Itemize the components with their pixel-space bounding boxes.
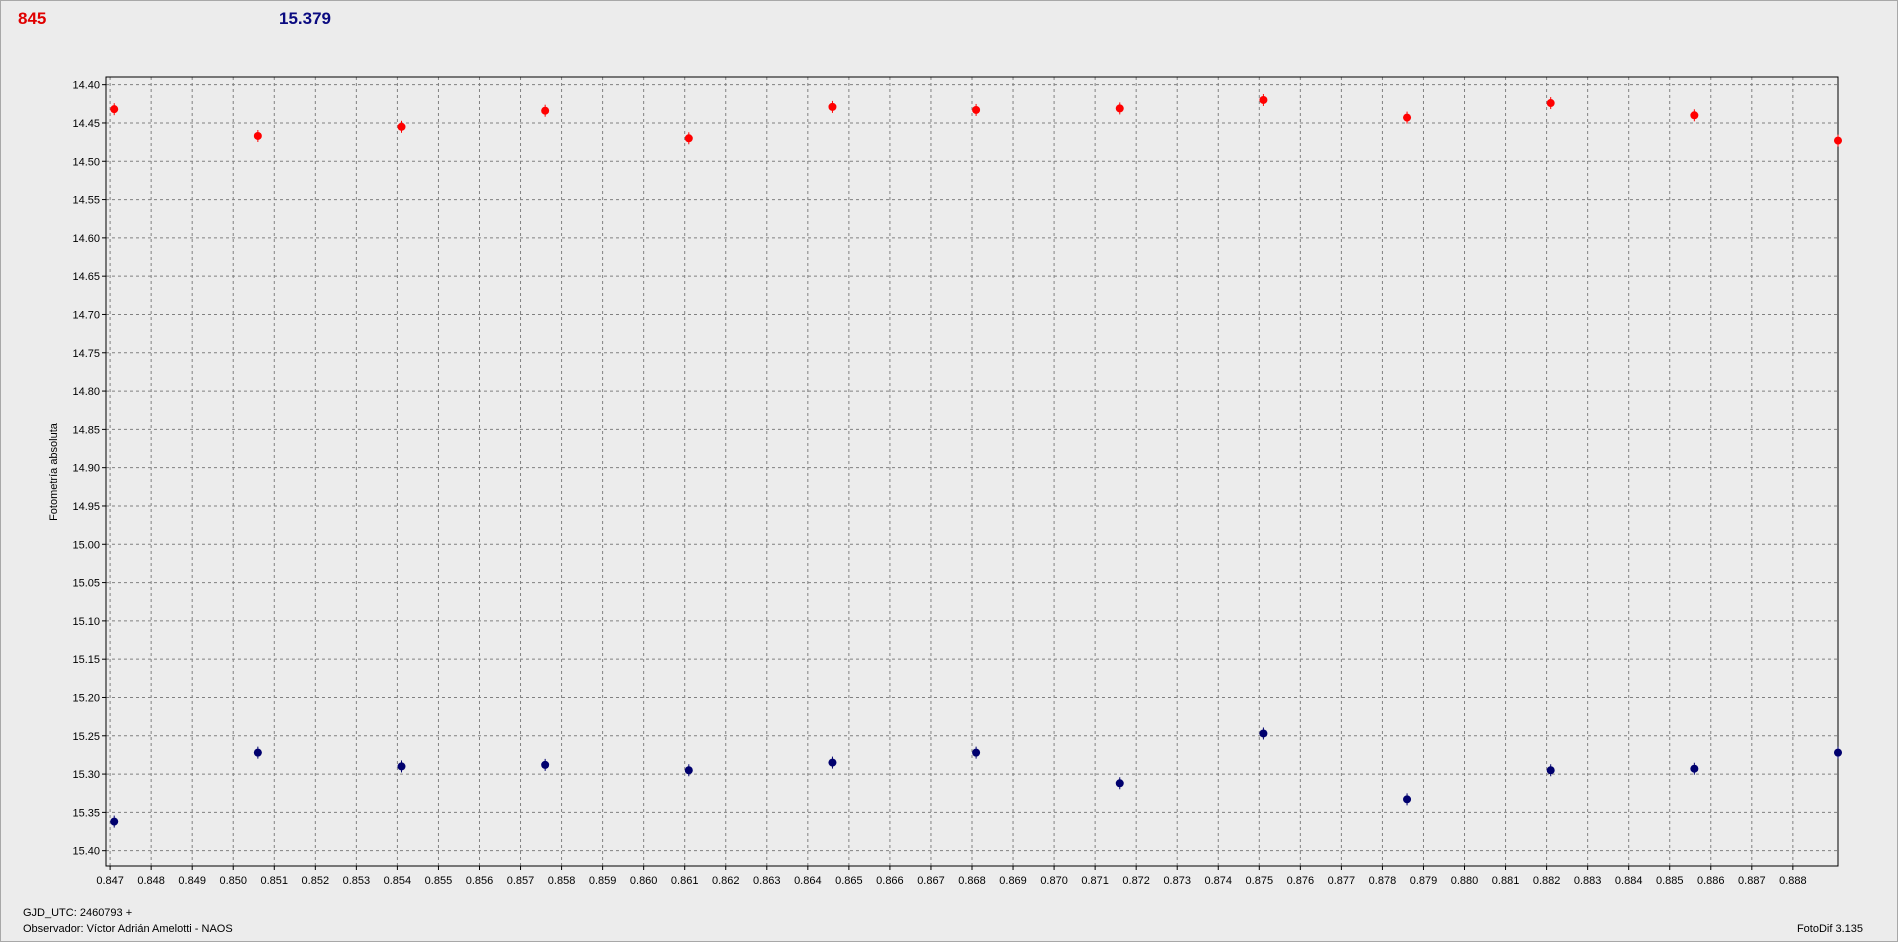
x-tick-label: 0.864: [794, 875, 822, 887]
y-tick-label: 14.90: [72, 463, 100, 475]
data-point: [684, 766, 693, 775]
y-tick-label: 15.35: [72, 807, 100, 819]
x-tick-label: 0.848: [137, 875, 165, 887]
data-point: [1259, 729, 1268, 738]
y-tick-label: 14.45: [72, 118, 100, 130]
x-tick-label: 0.886: [1697, 875, 1725, 887]
y-tick-label: 14.70: [72, 309, 100, 321]
x-tick-label: 0.887: [1738, 875, 1766, 887]
y-tick-label: 14.55: [72, 195, 100, 207]
y-axis-label: Fotometría absoluta: [48, 423, 60, 521]
x-tick-label: 0.847: [96, 875, 124, 887]
x-tick-label: 0.866: [876, 875, 904, 887]
x-tick-label: 0.849: [178, 875, 206, 887]
x-tick-label: 0.888: [1779, 875, 1807, 887]
y-tick-label: 15.05: [72, 578, 100, 590]
observer-label: Observador: Víctor Adrián Amelotti - NAO…: [23, 923, 233, 935]
data-point: [253, 131, 262, 140]
y-tick-label: 14.40: [72, 80, 100, 92]
y-tick-label: 14.75: [72, 348, 100, 360]
x-tick-label: 0.873: [1163, 875, 1191, 887]
data-point: [397, 762, 406, 771]
x-tick-label: 0.861: [671, 875, 699, 887]
y-tick-label: 14.85: [72, 424, 100, 436]
data-point: [684, 134, 693, 143]
x-tick-label: 0.878: [1369, 875, 1397, 887]
data-point: [1546, 766, 1555, 775]
x-tick-label: 0.850: [219, 875, 247, 887]
x-tick-label: 0.862: [712, 875, 740, 887]
y-tick-label: 15.40: [72, 846, 100, 858]
data-point: [1690, 764, 1699, 773]
data-point: [253, 748, 262, 757]
data-point: [1403, 795, 1412, 804]
y-tick-label: 14.50: [72, 156, 100, 168]
data-point: [1834, 748, 1842, 757]
x-tick-label: 0.880: [1451, 875, 1479, 887]
data-point: [1546, 99, 1555, 108]
gjd-label: GJD_UTC: 2460793 +: [23, 907, 133, 919]
x-tick-label: 0.884: [1615, 875, 1643, 887]
data-point: [110, 105, 119, 114]
y-tick-label: 15.00: [72, 539, 100, 551]
x-tick-label: 0.881: [1492, 875, 1520, 887]
x-tick-label: 0.875: [1246, 875, 1274, 887]
data-point: [397, 122, 406, 131]
x-tick-label: 0.879: [1410, 875, 1438, 887]
x-tick-label: 0.869: [999, 875, 1027, 887]
x-tick-label: 0.877: [1328, 875, 1356, 887]
x-tick-label: 0.868: [958, 875, 986, 887]
y-tick-label: 14.95: [72, 501, 100, 513]
x-tick-label: 0.852: [302, 875, 330, 887]
x-tick-label: 0.856: [466, 875, 494, 887]
data-point: [541, 760, 550, 769]
version-label: FotoDif 3.135: [1796, 923, 1863, 935]
data-point: [1115, 779, 1124, 788]
data-point: [1834, 136, 1842, 145]
data-point: [1115, 104, 1124, 113]
x-tick-label: 0.853: [343, 875, 371, 887]
y-tick-label: 14.65: [72, 271, 100, 283]
data-point: [1259, 95, 1268, 104]
x-tick-label: 0.858: [548, 875, 576, 887]
x-tick-label: 0.874: [1204, 875, 1232, 887]
x-tick-label: 0.863: [753, 875, 781, 887]
x-tick-label: 0.857: [507, 875, 535, 887]
y-tick-label: 15.25: [72, 731, 100, 743]
data-point: [110, 817, 119, 826]
x-tick-label: 0.882: [1533, 875, 1561, 887]
y-tick-label: 15.30: [72, 769, 100, 781]
y-tick-label: 15.10: [72, 616, 100, 628]
x-tick-label: 0.854: [384, 875, 412, 887]
x-tick-label: 0.885: [1656, 875, 1684, 887]
y-tick-label: 15.20: [72, 692, 100, 704]
data-point: [541, 106, 550, 115]
data-point: [1403, 113, 1412, 122]
y-tick-label: 14.80: [72, 386, 100, 398]
x-tick-label: 0.855: [425, 875, 453, 887]
x-tick-label: 0.851: [261, 875, 289, 887]
data-point: [1690, 111, 1699, 120]
x-tick-label: 0.860: [630, 875, 658, 887]
x-tick-label: 0.870: [1040, 875, 1068, 887]
y-tick-label: 14.60: [72, 233, 100, 245]
data-point: [972, 105, 981, 114]
x-tick-label: 0.876: [1287, 875, 1315, 887]
x-tick-label: 0.883: [1574, 875, 1602, 887]
data-point: [828, 758, 837, 767]
plot-area: 0.847 0.848 0.849 0.850 0.851 0.852 0.853 0.854…: [72, 76, 1842, 887]
y-tick-label: 15.15: [72, 654, 100, 666]
x-tick-label: 0.872: [1122, 875, 1150, 887]
x-tick-label: 0.859: [589, 875, 617, 887]
x-tick-label: 0.867: [917, 875, 945, 887]
x-tick-label: 0.871: [1081, 875, 1109, 887]
plot-background: [106, 77, 1838, 866]
data-point: [828, 102, 837, 111]
x-tick-label: 0.865: [835, 875, 863, 887]
data-point: [972, 748, 981, 757]
